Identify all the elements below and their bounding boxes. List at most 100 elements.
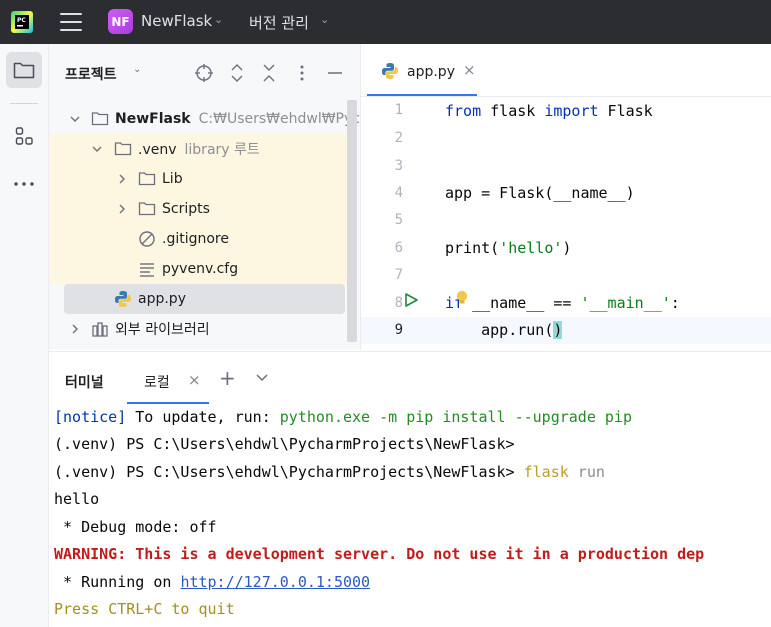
line-number: 4 — [394, 185, 403, 201]
line-number: 8 — [394, 295, 403, 311]
terminal-text: * Running on — [54, 573, 181, 591]
collapse-all-icon[interactable] — [259, 63, 279, 83]
chevron-down-icon[interactable]: ⌄ — [320, 13, 329, 26]
terminal-text: To update, run: — [126, 408, 280, 426]
string-literal: 'hello' — [499, 239, 563, 257]
tree-item-pyvenv-cfg[interactable]: pyvenv.cfg — [49, 254, 349, 284]
tree-label: Lib — [162, 171, 183, 187]
options-icon[interactable] — [292, 63, 312, 83]
terminal-header: 터미널 로컬 × + — [49, 351, 771, 404]
ignore-file-icon — [139, 231, 155, 247]
chevron-down-icon[interactable] — [255, 371, 269, 385]
tree-label: pyvenv.cfg — [162, 261, 239, 277]
project-view-button[interactable] — [6, 52, 42, 88]
server-url-link[interactable]: http://127.0.0.1:5000 — [180, 573, 370, 591]
structure-icon — [15, 127, 33, 145]
tree-item-gitignore[interactable]: .gitignore — [49, 224, 349, 254]
line-number: 3 — [394, 158, 403, 174]
locate-icon[interactable] — [194, 63, 214, 83]
project-panel-header: 프로젝트 ⌄ — [49, 44, 360, 100]
panel-title[interactable]: 프로젝트 — [65, 64, 117, 84]
chevron-right-icon[interactable] — [69, 323, 81, 335]
code-line-6: print('hello') — [445, 235, 571, 262]
code-line-8: if __name__ == '__main__': — [445, 290, 680, 317]
tree-label: .gitignore — [162, 231, 229, 247]
tree-label: app.py — [138, 291, 186, 307]
terminal-prompt: (.venv) PS C:\Users\ehdwl\PycharmProject… — [54, 463, 524, 481]
code-text: print( — [445, 239, 500, 257]
title-bar: PC NF NewFlask ⌄ 버전 관리 ⌄ — [0, 0, 771, 44]
line-number: 2 — [394, 130, 403, 146]
folder-icon — [138, 202, 156, 216]
chevron-down-icon[interactable]: ⌄ — [133, 64, 141, 75]
code-editor[interactable]: 1 2 3 4 5 6 7 8 9 from flask import Flas… — [361, 97, 771, 350]
expand-all-icon[interactable] — [227, 63, 247, 83]
chevron-right-icon[interactable] — [116, 173, 128, 185]
tab-label: 로컬 — [144, 375, 170, 391]
structure-button[interactable] — [6, 118, 42, 154]
add-icon[interactable]: + — [219, 366, 236, 390]
tree-scrollbar[interactable] — [347, 100, 357, 342]
pycharm-logo-icon[interactable]: PC — [11, 11, 33, 33]
terminal-line: * Running on http://127.0.0.1:5000 — [54, 569, 370, 596]
editor-tab-bar: app.py × — [361, 44, 771, 97]
tree-item-venv[interactable]: .venv library 루트 — [49, 134, 349, 164]
line-number: 5 — [394, 212, 403, 228]
tree-hint: library 루트 — [184, 142, 260, 158]
folder-icon — [114, 142, 132, 156]
terminal-command: flask — [523, 463, 569, 481]
divider — [10, 103, 38, 104]
run-icon[interactable] — [403, 292, 419, 308]
close-icon[interactable]: × — [188, 371, 201, 389]
project-badge[interactable]: NF — [108, 9, 133, 34]
tab-app-py[interactable]: app.py × — [365, 44, 476, 96]
tree-label-text: .venv — [138, 142, 177, 158]
vcs-menu[interactable]: 버전 관리 — [249, 12, 309, 33]
tree-item-newflask[interactable]: NewFlask C:₩Users₩ehdwl₩Pycharm — [49, 104, 360, 134]
tree-item-external-libraries[interactable]: 외부 라이브러리 — [49, 314, 349, 344]
line-number: 7 — [394, 267, 403, 283]
project-name[interactable]: NewFlask — [141, 12, 212, 30]
line-number-gutter: 1 2 3 4 5 6 7 8 9 — [361, 97, 431, 350]
code-line-9: app.run() — [445, 317, 563, 344]
line-number: 9 — [394, 322, 403, 338]
tree-item-lib[interactable]: Lib — [49, 164, 349, 194]
more-icon — [14, 182, 34, 186]
terminal-output[interactable]: [notice] To update, run: python.exe -m p… — [49, 404, 771, 627]
terminal-line: (.venv) PS C:\Users\ehdwl\PycharmProject… — [54, 459, 605, 486]
code-text: flask — [481, 102, 545, 120]
tree-label: 외부 라이브러리 — [115, 322, 210, 338]
project-panel: 프로젝트 ⌄ NewFlaskC:₩Users₩ehdwl₩Py — [49, 44, 361, 350]
tree-label: .venv library 루트 — [138, 139, 260, 159]
terminal-title[interactable]: 터미널 — [65, 372, 104, 392]
tree-item-scripts[interactable]: Scripts — [49, 194, 349, 224]
main-menu-icon[interactable] — [60, 13, 82, 31]
tree-item-app-py[interactable]: app.py — [64, 284, 345, 314]
terminal-command: python.exe -m pip install --upgrade pip — [279, 408, 632, 426]
keyword: import — [544, 102, 599, 120]
tab-local[interactable]: 로컬 × — [127, 352, 209, 404]
tree-label: Scripts — [162, 201, 210, 217]
tab-label: app.py — [407, 64, 455, 80]
chevron-down-icon[interactable] — [69, 113, 81, 125]
more-tools-button[interactable] — [6, 166, 42, 202]
hide-panel-icon[interactable] — [325, 63, 345, 83]
lightbulb-icon[interactable] — [455, 290, 469, 306]
terminal-line: (.venv) PS C:\Users\ehdwl\PycharmProject… — [54, 435, 515, 453]
folder-icon — [91, 112, 109, 126]
line-number: 1 — [394, 102, 403, 118]
terminal-warning: WARNING: This is a development server. D… — [54, 545, 705, 563]
code-text: : — [670, 294, 680, 312]
tool-window-strip — [0, 44, 49, 627]
notice-tag: [notice] — [54, 408, 127, 426]
string-literal: '__main__' — [580, 294, 671, 312]
code-text: Flask — [598, 102, 653, 120]
chevron-right-icon[interactable] — [116, 203, 128, 215]
chevron-down-icon[interactable]: ⌄ — [214, 13, 223, 26]
close-icon[interactable]: × — [463, 61, 476, 79]
code-text: __name__ == — [463, 294, 581, 312]
svg-text:PC: PC — [17, 17, 26, 24]
chevron-down-icon[interactable] — [91, 143, 103, 155]
keyword: from — [445, 102, 482, 120]
code-line-1: from flask import Flask — [445, 98, 653, 125]
